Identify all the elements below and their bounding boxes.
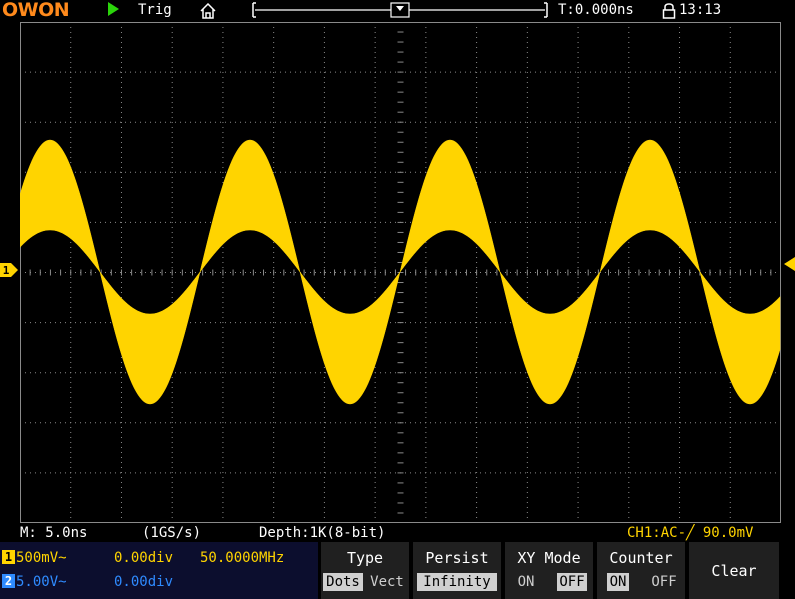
time-offset: T:0.000ns — [558, 2, 634, 18]
clear-title: Clear — [711, 562, 757, 580]
persist-button[interactable]: Persist Infinity — [413, 542, 501, 599]
ch2-offset: 0.00div — [114, 574, 174, 590]
persist-value: Infinity — [417, 573, 497, 591]
owon-logo: OWON — [2, 0, 70, 21]
trigger-level-marker[interactable] — [784, 257, 795, 271]
trigger-info: CH1:AC-╱ 90.0mV — [627, 525, 754, 541]
counter-button[interactable]: Counter ON OFF — [597, 542, 685, 599]
run-triangle-icon — [108, 2, 119, 16]
memory-position-bar[interactable] — [252, 2, 548, 18]
top-status-bar: OWON Trig T:0.000ns 13:13 — [0, 0, 795, 22]
bottom-panel: 1 500mV~ 0.00div 50.0000MHz 2 5.00V~ 0.00d… — [0, 542, 795, 599]
display-type-button[interactable]: Type Dots Vect — [321, 542, 409, 599]
ch2-badge: 2 — [2, 574, 15, 588]
waveform-display[interactable] — [20, 22, 781, 523]
xy-off-option[interactable]: OFF — [557, 573, 587, 591]
type-dots-option[interactable]: Dots — [323, 573, 363, 591]
ch1-scale: 500mV~ — [16, 550, 67, 566]
ch1-frequency: 50.0000MHz — [200, 550, 285, 566]
xy-on-option[interactable]: ON — [515, 573, 537, 591]
persist-title: Persist — [425, 549, 489, 567]
svg-text:1: 1 — [3, 264, 10, 277]
ch1-info[interactable]: 1 500mV~ 0.00div 50.0000MHz — [0, 548, 284, 568]
sample-rate: (1GS/s) — [142, 525, 202, 541]
type-vect-option[interactable]: Vect — [367, 573, 407, 591]
acquisition-status: M: 5.0ns (1GS/s) Depth:1K(8-bit) CH1:AC-… — [0, 524, 795, 542]
ch2-scale: 5.00V~ — [16, 574, 67, 590]
clock: 13:13 — [679, 2, 722, 18]
ch1-offset: 0.00div — [114, 550, 174, 566]
timebase: M: 5.0ns — [20, 525, 88, 541]
ch1-ground-marker[interactable]: 1 — [0, 263, 20, 277]
channel-info-panel: 1 500mV~ 0.00div 50.0000MHz 2 5.00V~ 0.00d… — [0, 542, 318, 599]
trigger-status: Trig — [138, 2, 172, 18]
lock-icon — [662, 3, 676, 19]
home-icon[interactable] — [200, 3, 216, 19]
type-title: Type — [346, 549, 384, 567]
counter-title: Counter — [609, 549, 673, 567]
ch1-badge: 1 — [2, 550, 15, 564]
counter-on-option[interactable]: ON — [607, 573, 629, 591]
counter-off-option[interactable]: OFF — [649, 573, 679, 591]
clear-button[interactable]: Clear — [689, 542, 779, 599]
ch2-info[interactable]: 2 5.00V~ 0.00div — [0, 572, 173, 592]
memory-depth: Depth:1K(8-bit) — [259, 525, 386, 541]
xy-mode-button[interactable]: XY Mode ON OFF — [505, 542, 593, 599]
xy-mode-title: XY Mode — [517, 549, 581, 567]
